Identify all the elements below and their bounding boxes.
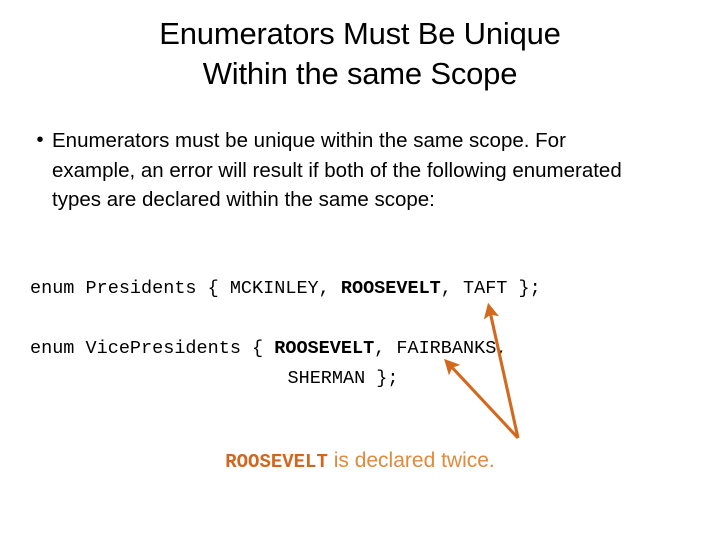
slide-body: • Enumerators must be unique within the … xyxy=(28,126,668,215)
caption-code-word: ROOSEVELT xyxy=(225,451,328,473)
slide-canvas: Enumerators Must Be Unique Within the sa… xyxy=(0,0,720,540)
bullet-marker-icon: • xyxy=(36,129,44,151)
code-presidents-prefix: enum Presidents { MCKINLEY, xyxy=(30,278,341,299)
code-vicepresidents-highlight: ROOSEVELT xyxy=(274,338,375,359)
code-presidents-suffix: , TAFT }; xyxy=(440,278,541,299)
caption: ROOSEVELT is declared twice. xyxy=(0,449,720,473)
code-vicepresidents-suffix: , FAIRBANKS, xyxy=(374,338,508,359)
title-line-2: Within the same Scope xyxy=(202,56,518,91)
code-line-presidents: enum Presidents { MCKINLEY, ROOSEVELT, T… xyxy=(30,278,702,300)
caption-rest-text: is declared twice. xyxy=(327,449,495,472)
bullet-item: • Enumerators must be unique within the … xyxy=(28,126,668,215)
code-block: enum Presidents { MCKINLEY, ROOSEVELT, T… xyxy=(30,278,702,390)
slide-title: Enumerators Must Be Unique Within the sa… xyxy=(0,14,720,94)
code-line-sherman: SHERMAN }; xyxy=(287,368,399,389)
code-line-vicepresidents: enum VicePresidents { ROOSEVELT, FAIRBAN… xyxy=(30,338,702,360)
code-presidents-highlight: ROOSEVELT xyxy=(340,278,441,299)
bullet-text: Enumerators must be unique within the sa… xyxy=(52,129,622,211)
code-vicepresidents-prefix: enum VicePresidents { xyxy=(30,338,275,359)
title-line-1: Enumerators Must Be Unique xyxy=(159,16,561,51)
